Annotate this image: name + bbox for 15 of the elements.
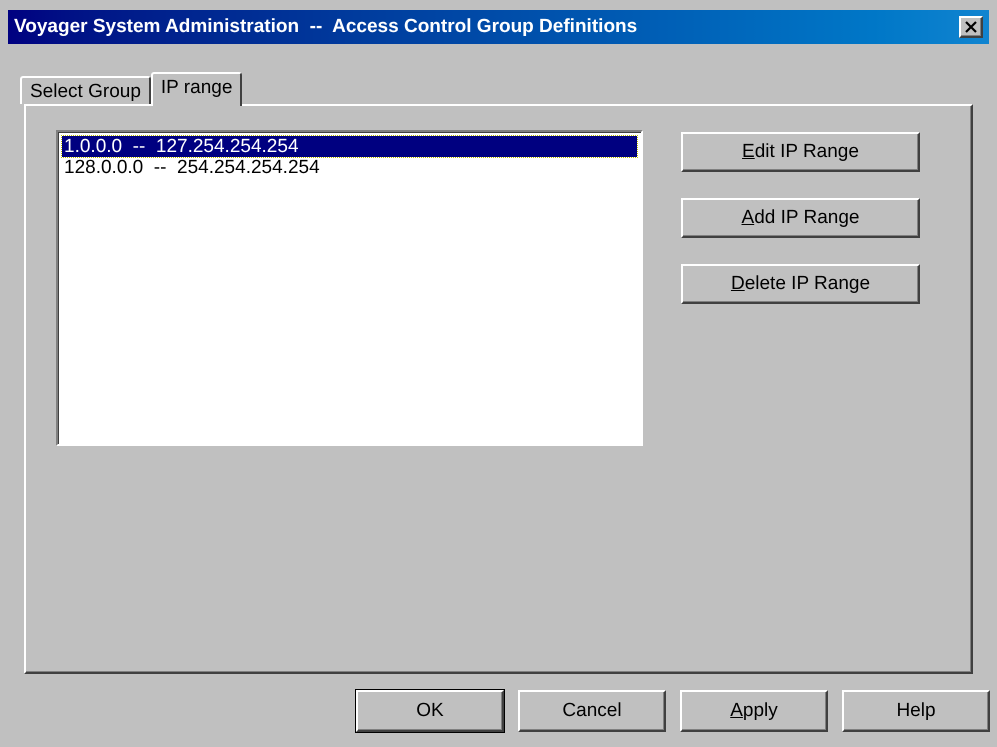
close-button[interactable] bbox=[959, 16, 983, 38]
window-title: Voyager System Administration -- Access Control Group Definitions bbox=[14, 14, 638, 39]
dialog-button[interactable]: Apply bbox=[680, 690, 828, 732]
dialog-button[interactable]: OK bbox=[356, 690, 504, 732]
range-button[interactable]: Edit IP Range bbox=[681, 132, 920, 172]
range-button[interactable]: Add IP Range bbox=[681, 198, 920, 238]
list-item[interactable]: 128.0.0.0 -- 254.254.254.254 bbox=[62, 157, 637, 178]
list-item[interactable]: 1.0.0.0 -- 127.254.254.254 bbox=[62, 136, 637, 157]
ip-range-list[interactable]: 1.0.0.0 -- 127.254.254.254 128.0.0.0 -- 254.254.254.254 bbox=[56, 130, 643, 446]
range-button[interactable]: Delete IP Range bbox=[681, 264, 920, 304]
dialog-button[interactable]: Cancel bbox=[518, 690, 666, 732]
close-icon bbox=[965, 21, 977, 33]
tab[interactable]: Select Group bbox=[20, 76, 151, 104]
tab[interactable]: IP range bbox=[150, 72, 242, 106]
dialog-button[interactable]: Help bbox=[842, 690, 990, 732]
